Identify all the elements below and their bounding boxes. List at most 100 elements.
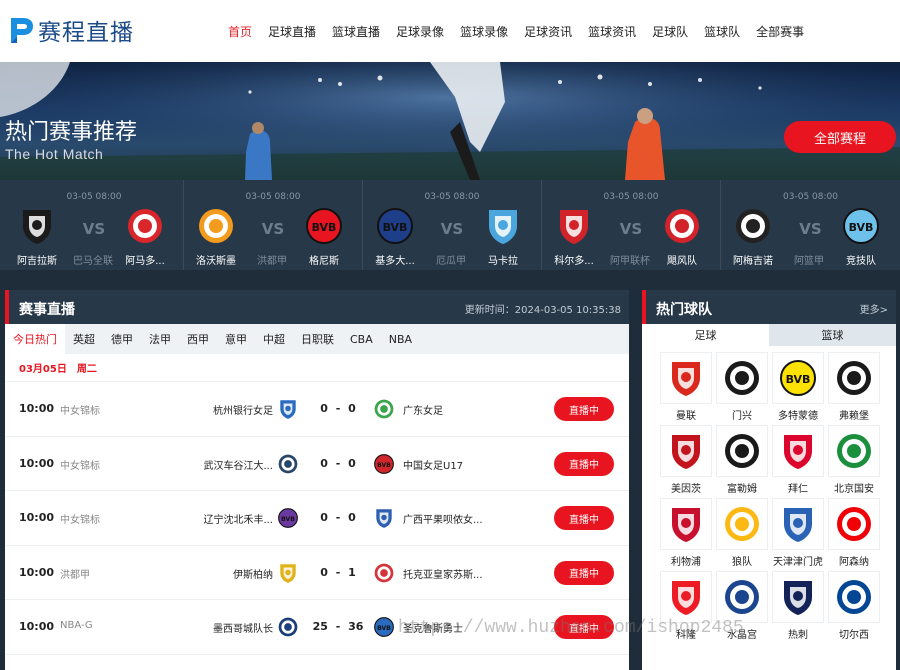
spurs-crest-icon [784, 581, 812, 615]
nav-item-0[interactable]: 首页 [228, 23, 252, 40]
logo-text: 赛程直播 [38, 20, 134, 46]
nav-item-2[interactable]: 篮球直播 [332, 23, 380, 40]
league-tab-5[interactable]: 意甲 [217, 324, 255, 354]
live-button[interactable]: 直播中 [554, 615, 614, 639]
live-button[interactable]: 直播中 [554, 397, 614, 421]
team-card[interactable]: 拜仁 [770, 425, 826, 498]
match-row[interactable]: 10:00 NBA-G 墨西哥城队长 25 - 36 BVB 圣克鲁斯勇士 直播中 [5, 600, 629, 655]
weekday-label: 周二 [76, 364, 97, 375]
league-tab-9[interactable]: NBA [381, 324, 420, 354]
team-name: 拜仁 [788, 484, 808, 495]
league-tab-8[interactable]: CBA [342, 324, 381, 354]
team-card[interactable]: 门兴 [714, 352, 770, 425]
league-tab-1[interactable]: 英超 [65, 324, 103, 354]
team-card[interactable]: 弗赖堡 [826, 352, 882, 425]
team-card[interactable]: 切尔西 [826, 571, 882, 644]
live-button[interactable]: 直播中 [554, 451, 614, 476]
match-time: 10:00 [19, 620, 55, 633]
nav-item-8[interactable]: 篮球队 [704, 23, 740, 40]
team-logo-box [660, 498, 712, 550]
team-crest-icon [374, 399, 394, 419]
league-name: 阿甲联杯 [610, 256, 650, 267]
bayern-crest-icon [784, 435, 812, 469]
live-button[interactable]: 直播中 [554, 506, 614, 530]
team-logo-box [772, 498, 824, 550]
nav-item-4[interactable]: 篮球录像 [460, 23, 508, 40]
team-crest-icon: BVB [306, 208, 342, 244]
away-team-name: 托克亚皇家苏斯... [403, 569, 483, 581]
match-row[interactable]: 10:00 中女锦标 杭州银行女足 0 - 0 广东女足 直播中 [5, 382, 629, 437]
more-teams-link[interactable]: 更多> [860, 301, 888, 316]
home-team-name: 武汉车谷江大... [203, 460, 273, 472]
live-panel: 赛事直播 更新时间：2024-03-05 10:35:38 今日热门 英超 德甲 法甲… [5, 290, 629, 670]
arsenal-crest-icon [837, 507, 871, 541]
svg-text:BVB: BVB [849, 221, 874, 234]
nav-item-5[interactable]: 足球资讯 [524, 23, 572, 40]
team-card[interactable]: 北京国安 [826, 425, 882, 498]
league-tab-4[interactable]: 西甲 [179, 324, 217, 354]
date-row: 03月05日 周二 [5, 354, 629, 382]
team-name: 科隆 [676, 630, 696, 641]
team-name: 水晶宫 [727, 630, 757, 641]
home-team-logo: BVB [277, 507, 299, 529]
hot-match-card[interactable]: 03-05 08:00 VS 科尔多... 阿甲联杯 飓风队 [542, 180, 721, 270]
league-tabs: 今日热门 英超 德甲 法甲 西甲 意甲 中超 日职联 CBA NBA [5, 324, 629, 354]
league-tab-6[interactable]: 中超 [255, 324, 293, 354]
team-card[interactable]: 利物浦 [658, 498, 714, 571]
nav-item-6[interactable]: 篮球资讯 [588, 23, 636, 40]
hot-match-card[interactable]: 03-05 08:00 VS 阿吉拉斯 巴马全联 阿马多... [5, 180, 184, 270]
dortmund-crest-icon: BVB [780, 360, 816, 396]
match-time: 10:00 [19, 456, 55, 470]
team-card[interactable]: 曼联 [658, 352, 714, 425]
team-logo-box [660, 571, 712, 623]
team-crest-icon [278, 454, 298, 473]
team-card[interactable]: 阿森纳 [826, 498, 882, 571]
league-tab-0[interactable]: 今日热门 [5, 324, 65, 354]
logo-mark-icon [11, 18, 33, 43]
site-logo[interactable]: 赛程直播 [8, 12, 134, 48]
sport-tab-0[interactable]: 足球 [642, 324, 769, 346]
hot-match-card[interactable]: 03-05 08:00 VS BVB 洛沃斯墨 洪都甲 格尼斯 [184, 180, 363, 270]
league-tab-2[interactable]: 德甲 [103, 324, 141, 354]
team-card[interactable]: 美因茨 [658, 425, 714, 498]
match-row[interactable]: 10:00 中女锦标 武汉车谷江大... 0 - 0 BVB 中国女足U17 直播中 [5, 437, 629, 491]
hot-match-card[interactable]: 03-05 08:00 BVB VS 基多大... 厄瓜甲 马卡拉 [363, 180, 542, 270]
nav-item-1[interactable]: 足球直播 [268, 23, 316, 40]
team-card[interactable]: 水晶宫 [714, 571, 770, 644]
nav-item-3[interactable]: 足球录像 [396, 23, 444, 40]
away-team-name: 圣克鲁斯勇士 [403, 624, 463, 635]
match-score: 25 - 36 [312, 620, 364, 633]
team-card[interactable]: BVB 多特蒙德 [770, 352, 826, 425]
hot-match-card[interactable]: 03-05 08:00 VS BVB 阿梅吉诺 阿篮甲 竞技队 [721, 180, 900, 270]
team-card[interactable]: 天津津门虎 [770, 498, 826, 571]
match-time: 10:00 [19, 511, 55, 524]
match-score: 0 - 0 [320, 402, 356, 415]
team-card[interactable]: 富勒姆 [714, 425, 770, 498]
liverpool-crest-icon [672, 508, 700, 542]
team-card[interactable]: 热刺 [770, 571, 826, 644]
team-crest-icon: BVB [374, 453, 394, 474]
sport-tab-1[interactable]: 篮球 [769, 324, 896, 346]
svg-text:BVB: BVB [786, 373, 811, 386]
team-logo-box [772, 425, 824, 477]
league-tab-3[interactable]: 法甲 [141, 324, 179, 354]
nav-item-7[interactable]: 足球队 [652, 23, 688, 40]
live-button[interactable]: 直播中 [554, 560, 614, 585]
match-league: 洪都甲 [60, 569, 90, 581]
away-team-logo [662, 206, 702, 246]
nav-item-9[interactable]: 全部赛事 [756, 23, 804, 40]
match-row[interactable]: 10:00 中女锦标 辽宁沈北禾丰... BVB 0 - 0 广西平果呗侬女... 直播中 [5, 491, 629, 546]
league-tab-7[interactable]: 日职联 [293, 324, 342, 354]
sport-tabs: 足球 篮球 [642, 324, 896, 346]
team-card[interactable]: 科隆 [658, 571, 714, 644]
team-name: 弗赖堡 [839, 411, 869, 422]
svg-text:BVB: BVB [281, 516, 295, 523]
svg-text:BVB: BVB [377, 461, 391, 468]
home-team-name: 阿吉拉斯 [17, 256, 57, 267]
team-card[interactable]: 狼队 [714, 498, 770, 571]
match-row[interactable]: 10:00 洪都甲 伊斯柏纳 0 - 1 托克亚皇家苏斯... 直播中 [5, 546, 629, 600]
match-time: 03-05 08:00 [245, 192, 301, 202]
all-events-button[interactable]: 全部赛程 [784, 121, 896, 153]
away-team-name: 竞技队 [846, 256, 876, 267]
team-logo-box [716, 571, 768, 623]
